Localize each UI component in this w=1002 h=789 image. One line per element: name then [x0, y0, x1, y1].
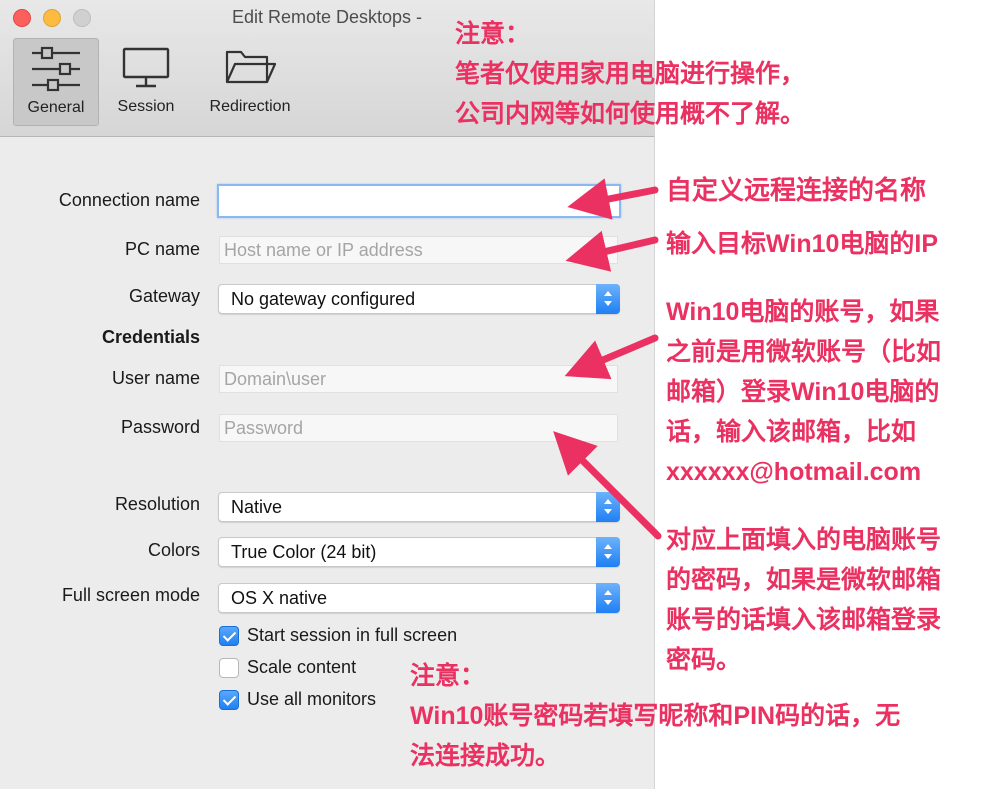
arrow-connection-name: [567, 178, 659, 220]
arrow-password: [553, 431, 662, 540]
arrow-pc-name: [565, 230, 659, 272]
annotation-arrows: [553, 178, 662, 540]
arrow-user-name: [564, 334, 659, 380]
